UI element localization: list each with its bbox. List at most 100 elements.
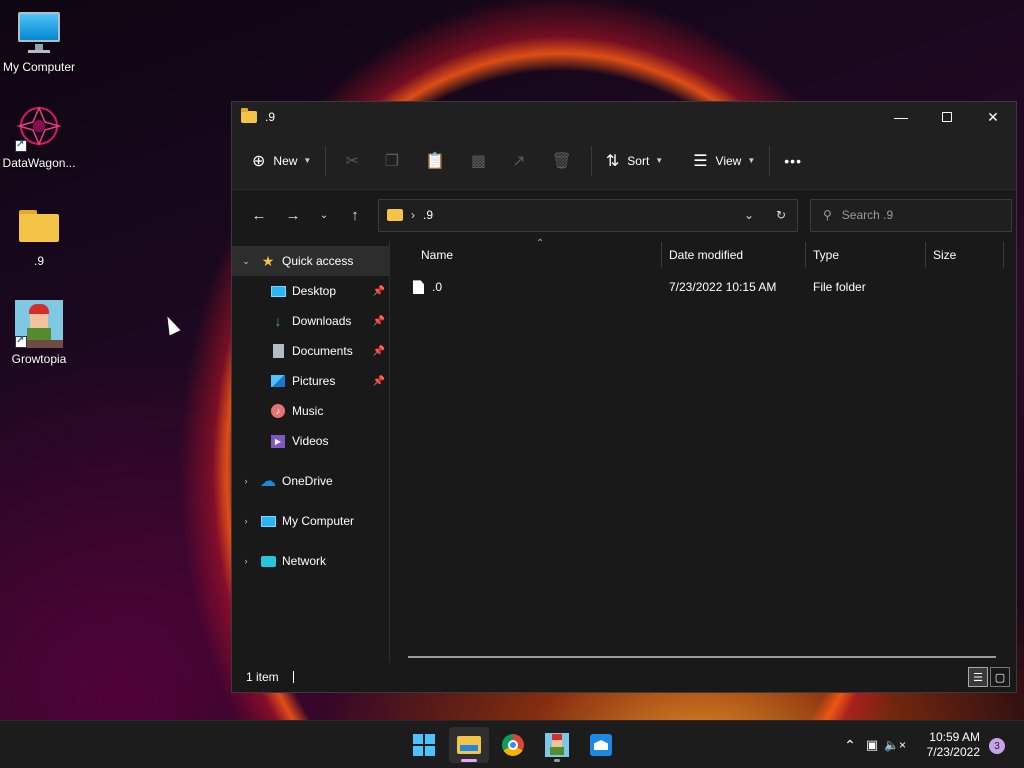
- sidebar-item-downloads[interactable]: ↓ Downloads 📌: [232, 306, 389, 336]
- share-button[interactable]: ↗: [499, 144, 538, 178]
- address-dropdown-button[interactable]: ⌄: [733, 208, 765, 222]
- file-explorer-window: .9 — ✕ ⊕ New ▼ ✂ ❐ 📋 ▩ ↗ 🗑 ⇅ Sort ▼ ☰ Vi…: [231, 101, 1017, 693]
- taskbar: ⌃ ▣ 🔈× 10:59 AM 7/23/2022 3: [0, 720, 1024, 768]
- chevron-down-icon: ⌄: [743, 208, 755, 222]
- trash-icon: 🗑: [551, 152, 572, 170]
- chevron-down-icon: ▼: [655, 156, 664, 165]
- sidebar-item-network[interactable]: › Network: [232, 546, 389, 576]
- sidebar-item-onedrive[interactable]: › ☁ OneDrive: [232, 466, 389, 496]
- cut-button[interactable]: ✂: [332, 144, 371, 178]
- details-view-button[interactable]: ☰: [968, 667, 988, 687]
- desktop-icon-label: Growtopia: [11, 352, 67, 366]
- plus-circle-icon: ⊕: [252, 152, 266, 170]
- notification-badge[interactable]: 3: [989, 738, 1005, 754]
- refresh-button[interactable]: ↻: [765, 208, 797, 222]
- document-icon: [270, 343, 286, 359]
- forward-button[interactable]: →: [276, 200, 310, 230]
- sidebar-item-label: Documents: [292, 344, 353, 358]
- sidebar-item-videos[interactable]: ▶ Videos: [232, 426, 389, 456]
- maximize-button[interactable]: [924, 102, 970, 132]
- desktop-icon-growtopia[interactable]: Growtopia: [0, 300, 78, 366]
- recent-locations-button[interactable]: ⌄: [310, 200, 338, 230]
- horizontal-scrollbar[interactable]: [408, 656, 996, 658]
- sidebar-item-pictures[interactable]: Pictures 📌: [232, 366, 389, 396]
- shortcut-arrow-icon: [15, 139, 27, 152]
- sidebar-item-label: Music: [292, 404, 324, 418]
- column-header-date-modified[interactable]: Date modified: [662, 242, 806, 268]
- chevron-right-icon[interactable]: ›: [232, 556, 260, 566]
- up-button[interactable]: ↑: [338, 200, 372, 230]
- sort-icon: ⇅: [605, 152, 620, 170]
- desktop-icon-folder-9[interactable]: .9: [0, 202, 78, 268]
- back-button[interactable]: ←: [242, 200, 276, 230]
- explorer-body: ⌄ ★ Quick access Desktop 📌 ↓ Downloads 📌…: [232, 238, 1016, 664]
- start-button[interactable]: [404, 727, 444, 763]
- desktop-icon-datawagon[interactable]: DataWagon...: [0, 104, 78, 170]
- network-icon: [260, 553, 276, 569]
- maximize-icon: [942, 112, 952, 122]
- paste-button[interactable]: 📋: [412, 144, 458, 178]
- chevron-right-icon[interactable]: ›: [232, 476, 260, 486]
- view-button[interactable]: ☰ View ▼: [685, 144, 763, 178]
- file-list: ⌃ Name Date modified Type Size .0 7/23/2…: [390, 238, 1016, 664]
- chevron-right-icon[interactable]: ›: [232, 516, 260, 526]
- music-icon: ♪: [270, 403, 286, 419]
- large-icons-view-button[interactable]: ▢: [990, 667, 1010, 687]
- download-icon: ↓: [274, 313, 282, 329]
- sidebar-item-desktop[interactable]: Desktop 📌: [232, 276, 389, 306]
- sidebar-item-label: Quick access: [282, 254, 354, 268]
- file-icon: [413, 280, 424, 295]
- delete-button[interactable]: 🗑: [539, 144, 585, 178]
- speaker-muted-icon[interactable]: 🔈×: [884, 738, 906, 752]
- sort-button[interactable]: ⇅ Sort ▼: [598, 144, 671, 178]
- details-view-icon: ☰: [973, 671, 983, 684]
- share-icon: ↗: [512, 152, 526, 170]
- copy-button[interactable]: ❐: [372, 144, 412, 178]
- window-title: .9: [265, 110, 276, 124]
- divider: [769, 145, 771, 176]
- sidebar-item-label: Pictures: [292, 374, 336, 388]
- sidebar-item-documents[interactable]: Documents 📌: [232, 336, 389, 366]
- sidebar-item-my-computer[interactable]: › My Computer: [232, 506, 389, 536]
- new-button[interactable]: ⊕ New ▼: [244, 144, 319, 178]
- minimize-icon: —: [894, 109, 908, 125]
- title-bar[interactable]: .9 — ✕: [232, 102, 1016, 132]
- breadcrumb-item[interactable]: .9: [423, 208, 733, 222]
- clock[interactable]: 10:59 AM 7/23/2022: [927, 730, 980, 760]
- search-box[interactable]: ⚲ Search .9: [810, 198, 1012, 232]
- monitor-icon: [15, 8, 63, 56]
- file-name-cell: .0: [406, 280, 654, 295]
- more-options-button[interactable]: •••: [776, 144, 810, 178]
- close-button[interactable]: ✕: [970, 102, 1016, 132]
- sidebar-item-music[interactable]: ♪ Music: [232, 396, 389, 426]
- column-header-size[interactable]: Size: [926, 242, 1004, 268]
- chrome-icon: [502, 734, 524, 756]
- rename-icon: ▩: [471, 152, 487, 170]
- address-bar[interactable]: › .9 ⌄ ↻: [378, 198, 798, 232]
- taskbar-app-box[interactable]: [581, 727, 621, 763]
- taskbar-chrome[interactable]: [493, 727, 533, 763]
- rename-button[interactable]: ▩: [458, 144, 499, 178]
- file-name: .0: [432, 279, 443, 294]
- mouse-cursor-icon: [162, 313, 181, 336]
- column-headers: ⌃ Name Date modified Type Size: [390, 238, 1016, 270]
- chevron-up-icon[interactable]: ⌃: [840, 737, 860, 754]
- windows-logo-icon: [413, 734, 435, 756]
- growtopia-app-icon: [15, 300, 63, 348]
- taskbar-file-explorer[interactable]: [449, 727, 489, 763]
- command-bar: ⊕ New ▼ ✂ ❐ 📋 ▩ ↗ 🗑 ⇅ Sort ▼ ☰ View ▼ ••…: [232, 132, 1016, 190]
- table-row[interactable]: .0 7/23/2022 10:15 AM File folder: [390, 272, 1016, 302]
- clock-time: 10:59 AM: [929, 730, 980, 744]
- chevron-down-icon: ▼: [747, 156, 756, 165]
- chevron-down-icon: ⌄: [319, 209, 329, 221]
- network-icon[interactable]: ▣: [860, 737, 884, 753]
- chevron-down-icon[interactable]: ⌄: [232, 256, 260, 267]
- copy-icon: ❐: [384, 152, 400, 170]
- column-header-type[interactable]: Type: [806, 242, 926, 268]
- desktop-icon-my-computer[interactable]: My Computer: [0, 8, 78, 74]
- sidebar-item-quick-access[interactable]: ⌄ ★ Quick access: [232, 246, 389, 276]
- divider: [590, 145, 592, 176]
- taskbar-growtopia[interactable]: [537, 727, 577, 763]
- minimize-button[interactable]: —: [878, 102, 924, 132]
